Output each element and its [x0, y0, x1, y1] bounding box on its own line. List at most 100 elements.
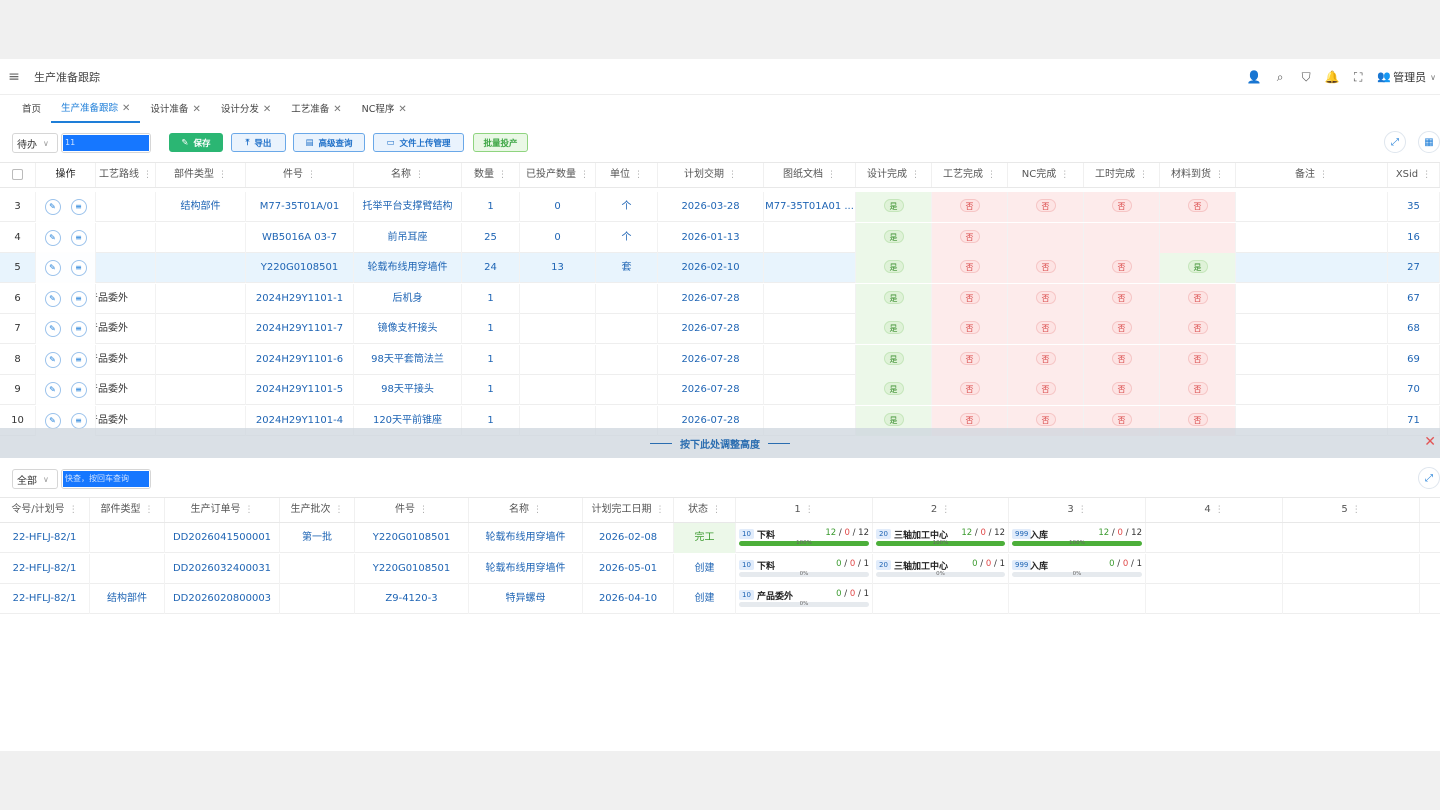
col-menu-icon[interactable]: ⋮	[1139, 170, 1148, 180]
save-button[interactable]: ✎ 保存	[169, 133, 223, 152]
col-menu-icon[interactable]: ⋮	[634, 170, 643, 180]
col-header[interactable]: 名称 ⋮	[354, 163, 462, 187]
shirt-icon[interactable]: ⛉	[1293, 70, 1319, 85]
bell-icon[interactable]: 🔔	[1319, 70, 1345, 84]
expand-icon[interactable]: ⤢	[1384, 131, 1406, 153]
col-menu-icon[interactable]: ⋮	[1422, 170, 1431, 180]
file-upload-button[interactable]: ▭ 文件上传管理	[373, 133, 464, 152]
tab-design-prep[interactable]: 设计准备 ✕	[140, 97, 210, 123]
edit-icon[interactable]: ✎	[44, 321, 61, 337]
col-header[interactable]: 名称 ⋮	[469, 498, 583, 522]
edit-icon[interactable]: ✎	[44, 229, 61, 246]
edit-icon[interactable]: ✎	[44, 290, 61, 307]
col-header[interactable]: 计划完工日期 ⋮	[583, 498, 674, 522]
col-header[interactable]: 部件类型 ⋮	[156, 163, 246, 187]
select-all-checkbox[interactable]	[12, 168, 23, 180]
col-header[interactable]: 图纸文档 ⋮	[764, 163, 856, 187]
col-menu-icon[interactable]: ⋮	[805, 505, 814, 515]
close-icon[interactable]: ✕	[333, 97, 341, 123]
col-header[interactable]: 3 ⋮	[1009, 498, 1146, 522]
user-icon[interactable]: 👤	[1241, 70, 1267, 84]
tab-home[interactable]: 首页	[0, 97, 51, 123]
table-row[interactable]: 4 ✎ ≡ WB5016A 03-7 前吊耳座 25 0 个 2026-01-13 是否 16	[0, 222, 1440, 253]
process-progress[interactable]: 10 下料 0 / 0 / 1 0%	[737, 558, 871, 580]
col-header[interactable]: XSid ⋮	[1388, 163, 1440, 187]
col-menu-icon[interactable]: ⋮	[656, 505, 665, 515]
col-menu-icon[interactable]: ⋮	[419, 505, 428, 515]
col-header[interactable]: NC完成 ⋮	[1008, 163, 1084, 187]
col-header[interactable]: 工艺路线 ⋮	[96, 163, 156, 187]
process-progress[interactable]: 10 产品委外 0 / 0 / 1 0%	[737, 588, 871, 610]
process-progress[interactable]: 999 入库 0 / 0 / 1 0%	[1010, 558, 1144, 580]
edit-icon[interactable]: ✎	[44, 199, 61, 215]
col-menu-icon[interactable]: ⋮	[415, 170, 424, 180]
col-menu-icon[interactable]: ⋮	[911, 170, 920, 180]
col-header[interactable]: 工艺完成 ⋮	[932, 163, 1008, 187]
col-menu-icon[interactable]: ⋮	[1060, 170, 1069, 180]
edit-icon[interactable]: ✎	[44, 351, 61, 368]
edit-icon[interactable]: ✎	[44, 260, 61, 276]
list-icon[interactable]: ≡	[70, 412, 87, 429]
process-progress[interactable]: 10 下料 12 / 0 / 12 100%	[737, 527, 871, 549]
col-header[interactable]: 设计完成 ⋮	[856, 163, 932, 187]
table-row[interactable]: 8✎≡产品委外2024H29Y1101-698天平套筒法兰12026-07-28…	[0, 344, 1440, 375]
col-menu-icon[interactable]: ⋮	[335, 505, 344, 515]
col-header[interactable]: 生产订单号 ⋮	[165, 498, 280, 522]
list-icon[interactable]: ≡	[70, 260, 87, 276]
col-header[interactable]: 单位 ⋮	[596, 163, 658, 187]
col-menu-icon[interactable]: ⋮	[941, 505, 950, 515]
menu-icon[interactable]: ≡	[0, 69, 28, 85]
col-menu-icon[interactable]: ⋮	[218, 170, 227, 180]
table-row[interactable]: 6✎≡产品委外2024H29Y1101-1后机身12026-07-28是否否否否…	[0, 283, 1440, 314]
col-header[interactable]: 材料到货 ⋮	[1160, 163, 1236, 187]
table-row[interactable]: 22-HFLJ-82/1 DD2026032400031 Y220G0108501 轮…	[0, 553, 1440, 584]
quick-search-input[interactable]: 快查，按回车查询	[61, 469, 151, 489]
table-row[interactable]: 7✎≡产品委外2024H29Y1101-7镜像支杆接头12026-07-28是否…	[0, 314, 1440, 344]
col-menu-icon[interactable]: ⋮	[1078, 505, 1087, 515]
list-icon[interactable]: ≡	[70, 351, 87, 368]
close-icon[interactable]: ✕	[398, 97, 406, 123]
tab-process-prep[interactable]: 工艺准备 ✕	[281, 97, 351, 123]
list-icon[interactable]: ≡	[70, 290, 87, 307]
col-header[interactable]: 备注 ⋮	[1236, 163, 1388, 187]
process-progress[interactable]: 20 三轴加工中心 12 / 0 / 12 100%	[874, 527, 1007, 549]
table-row[interactable]: 22-HFLJ-82/1 DD2026041500001 第一批 Y220G01085…	[0, 523, 1440, 553]
col-menu-icon[interactable]: ⋮	[307, 170, 316, 180]
col-header[interactable]: 操作	[36, 163, 96, 187]
search-icon[interactable]: ⌕	[1267, 70, 1293, 85]
list-icon[interactable]: ≡	[70, 321, 87, 337]
filter-select[interactable]: 全部 ∨	[12, 469, 58, 489]
col-header[interactable]: 4 ⋮	[1146, 498, 1283, 522]
col-menu-icon[interactable]: ⋮	[712, 505, 721, 515]
col-menu-icon[interactable]: ⋮	[533, 505, 542, 515]
col-header[interactable]: 数量 ⋮	[462, 163, 520, 187]
resize-splitter[interactable]: 按下此处调整高度 ✕	[0, 428, 1440, 458]
user-menu[interactable]: 👥 管理员 ∨	[1377, 69, 1436, 85]
table-row[interactable]: 5 ✎ ≡ Y220G0108501 轮载布线用穿墙件 24 13 套 2026-02-10 是否…	[0, 253, 1440, 283]
batch-produce-button[interactable]: 批量投产	[473, 133, 528, 152]
close-icon[interactable]: ✕	[122, 96, 130, 122]
col-menu-icon[interactable]: ⋮	[145, 505, 154, 515]
col-header[interactable]: 工时完成 ⋮	[1084, 163, 1160, 187]
process-progress[interactable]: 20 三轴加工中心 0 / 0 / 1 0%	[874, 558, 1007, 580]
col-menu-icon[interactable]: ⋮	[69, 505, 78, 515]
tab-production-tracking[interactable]: 生产准备跟踪 ✕	[51, 96, 141, 123]
col-menu-icon[interactable]: ⋮	[580, 170, 589, 180]
col-menu-icon[interactable]: ⋮	[245, 505, 254, 515]
col-header[interactable]: 件号 ⋮	[246, 163, 354, 187]
tab-nc[interactable]: NC程序 ✕	[352, 97, 417, 123]
edit-icon[interactable]: ✎	[44, 382, 61, 398]
col-menu-icon[interactable]: ⋮	[143, 170, 152, 180]
process-progress[interactable]: 999 入库 12 / 0 / 12 100%	[1010, 527, 1144, 549]
col-menu-icon[interactable]: ⋮	[728, 170, 737, 180]
close-icon[interactable]: ✕	[263, 97, 271, 123]
export-button[interactable]: ⤒ 导出	[231, 133, 286, 152]
col-menu-icon[interactable]: ⋮	[987, 170, 996, 180]
col-menu-icon[interactable]: ⋮	[1352, 505, 1361, 515]
table-row[interactable]: 3 ✎ ≡ 结构部件 M77-35T01A/01 托举平台支撑臂结构 1 0 个 2026-03-…	[0, 192, 1440, 222]
col-header[interactable]: 已投产数量 ⋮	[520, 163, 596, 187]
list-icon[interactable]: ≡	[70, 229, 87, 246]
table-row[interactable]: 22-HFLJ-82/1 结构部件 DD2026020800003 Z9-4120-3…	[0, 584, 1440, 614]
list-icon[interactable]: ≡	[70, 382, 87, 398]
list-icon[interactable]: ≡	[70, 199, 87, 215]
